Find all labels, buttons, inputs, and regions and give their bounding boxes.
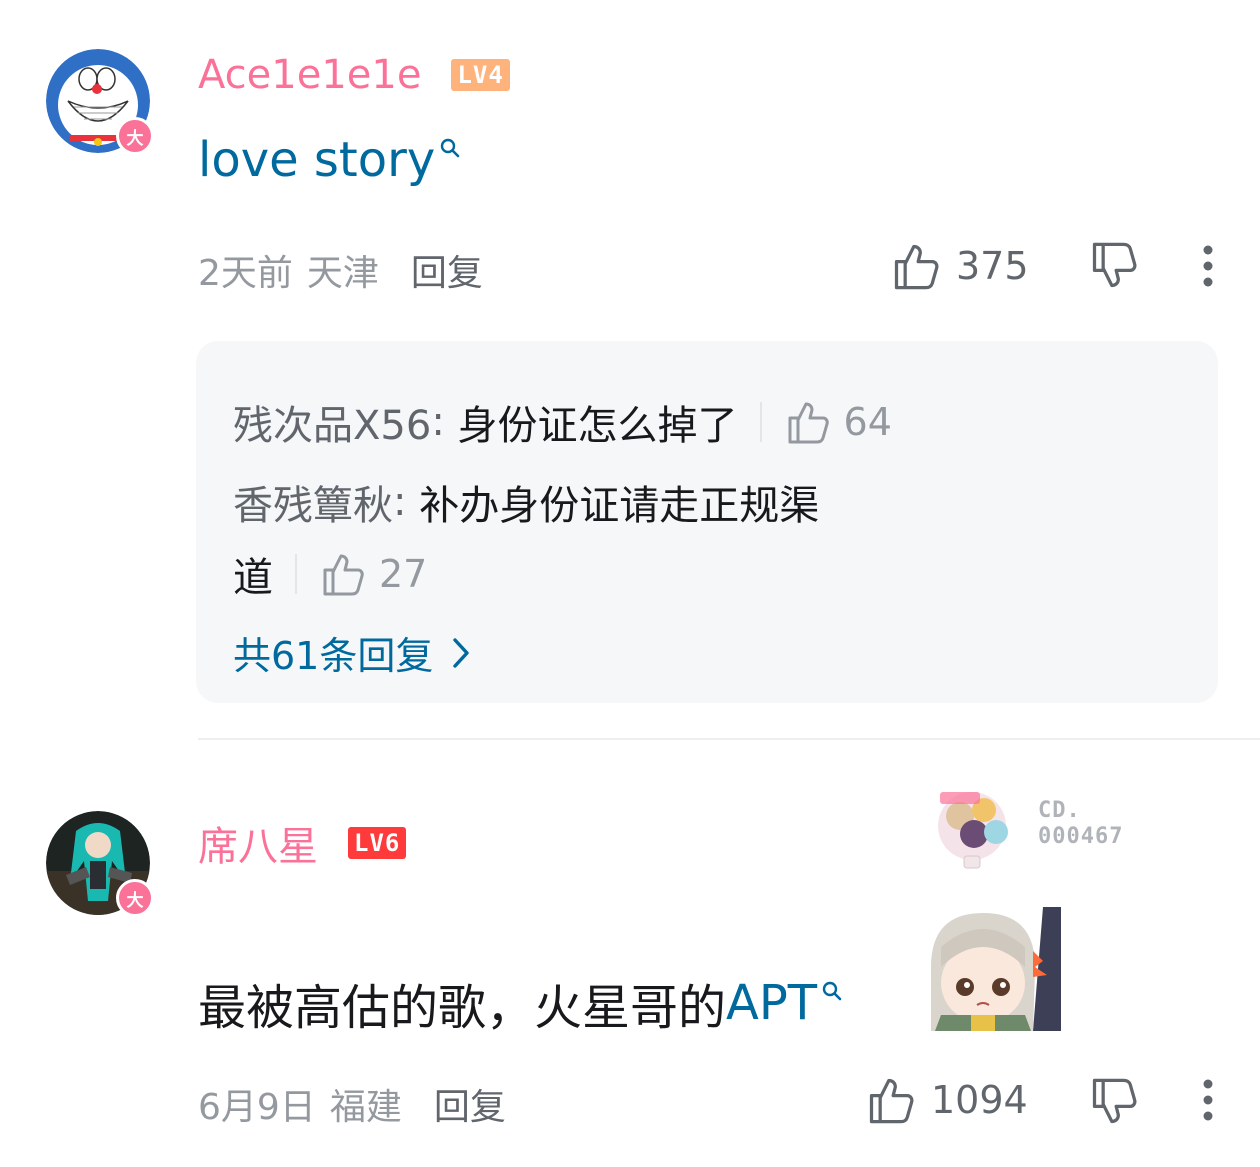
reply-item-continued[interactable]: 道 27	[233, 545, 427, 603]
reply-item[interactable]: 残次品X56 : 身份证怎么掉了 64	[233, 393, 892, 451]
vip-badge: 大	[116, 879, 154, 917]
comment-divider	[198, 738, 1260, 740]
more-icon[interactable]	[1201, 1078, 1215, 1122]
reply-like-button[interactable]: 27	[319, 550, 427, 598]
chevron-right-icon	[453, 637, 470, 668]
fan-badge[interactable]: CD. 000467	[930, 776, 1123, 872]
reply-colon: :	[431, 399, 458, 445]
username[interactable]: 席八星	[198, 814, 318, 872]
separator	[759, 402, 762, 442]
reply-username[interactable]: 残次品X56	[233, 393, 431, 451]
like-button[interactable]: 375	[890, 240, 1029, 292]
search-link[interactable]: love story	[198, 132, 435, 188]
comment-location: 天津	[306, 253, 379, 294]
like-count: 375	[956, 244, 1029, 288]
comment-time: 2天前	[198, 253, 293, 294]
avatar[interactable]: 大	[46, 49, 154, 155]
fan-badge-number: CD. 000467	[1038, 798, 1123, 850]
level-badge: LV4	[451, 59, 510, 91]
fan-badge-prefix: CD.	[1038, 798, 1081, 823]
thumbs-up-icon	[869, 1078, 914, 1124]
thumbs-down-icon[interactable]	[1088, 1076, 1140, 1128]
search-icon	[822, 981, 842, 1001]
fan-badge-digits: 000467	[1038, 824, 1124, 849]
thumbs-up-icon	[894, 244, 939, 290]
like-button[interactable]: 1094	[865, 1074, 1028, 1126]
comment-meta: 6月9日 福建 回复	[198, 1078, 506, 1130]
reply-text: 补办身份证请走正规渠	[419, 483, 820, 529]
comment-location: 福建	[329, 1087, 402, 1128]
thumbs-up-icon	[323, 554, 364, 596]
reply-item[interactable]: 香残簟秋 : 补办身份证请走正规渠	[233, 473, 819, 531]
like-count: 1094	[931, 1078, 1028, 1122]
username[interactable]: Ace1e1e1e	[198, 52, 421, 98]
reply-button[interactable]: 回复	[434, 1078, 506, 1130]
view-more-replies-link[interactable]: 共61条回复	[233, 625, 471, 680]
thumbs-down-icon[interactable]	[1088, 240, 1140, 292]
search-link[interactable]: APT	[726, 975, 817, 1031]
comment-text: 最被高估的歌，火星哥的	[198, 980, 727, 1036]
username-row: 席八星 LV6	[198, 814, 407, 872]
reply-text-continued: 道	[233, 555, 273, 601]
reply-username[interactable]: 香残簟秋	[233, 473, 393, 531]
reply-like-count: 27	[379, 552, 428, 596]
more-icon[interactable]	[1201, 244, 1215, 288]
reply-like-count: 64	[843, 400, 892, 444]
comment-time: 6月9日	[198, 1087, 316, 1128]
reply-like-button[interactable]: 64	[784, 398, 892, 446]
vip-badge: 大	[116, 117, 154, 155]
comment-content: love story	[198, 132, 461, 188]
thumbs-up-icon	[788, 402, 829, 444]
more-replies-label: 共61条回复	[233, 634, 434, 678]
fan-badge-image	[938, 792, 1008, 869]
level-badge: LV6	[348, 827, 407, 859]
search-icon	[441, 138, 460, 158]
username-row: Ace1e1e1e LV4	[198, 52, 510, 98]
separator	[295, 554, 297, 594]
comment-content: 最被高估的歌，火星哥的 APT	[198, 968, 843, 1038]
reply-text: 身份证怎么掉了	[457, 403, 738, 449]
reply-button[interactable]: 回复	[411, 244, 483, 296]
avatar[interactable]: 大	[46, 811, 154, 917]
comment-meta: 2天前 天津 回复	[198, 244, 483, 296]
sticker-emoji	[921, 907, 1061, 1031]
reply-colon: :	[393, 479, 420, 525]
comment-item: 大 Ace1e1e1e LV4 love story 2天前 天津 回复 375…	[0, 0, 1260, 720]
reply-preview-box[interactable]: 残次品X56 : 身份证怎么掉了 64 香残簟秋 : 补办身份证请走正规渠 道	[196, 341, 1218, 703]
